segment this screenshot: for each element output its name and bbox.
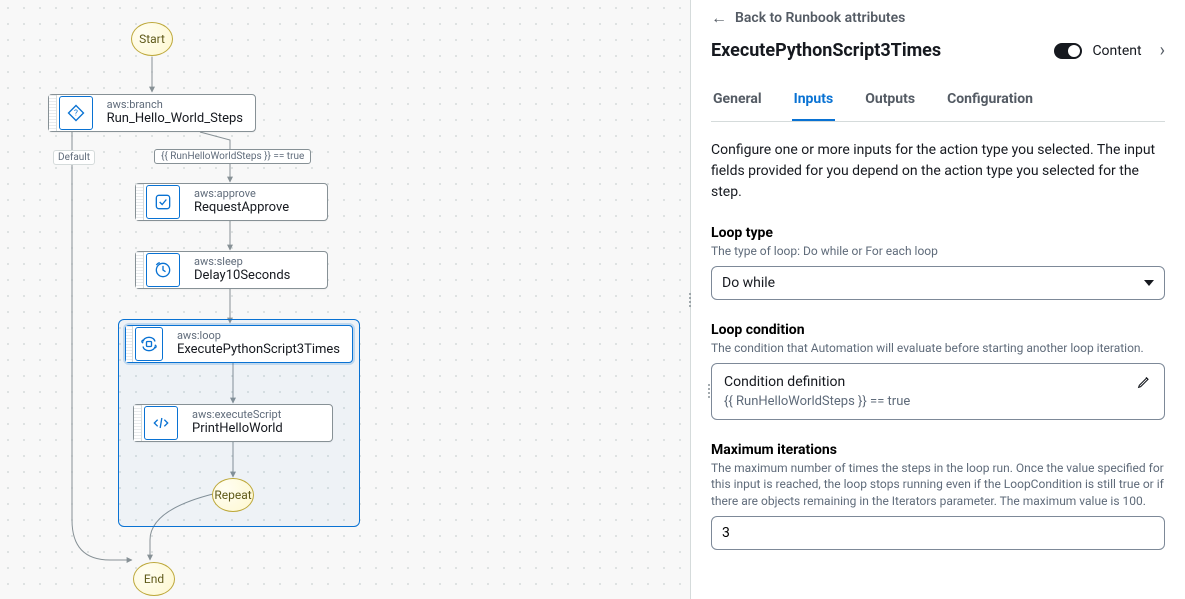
repeat-node[interactable]: Repeat bbox=[212, 478, 254, 512]
max-iterations-label: Maximum iterations bbox=[711, 442, 1165, 458]
loop-type-select[interactable]: Do while bbox=[711, 266, 1165, 300]
back-link[interactable]: ← Back to Runbook attributes bbox=[711, 8, 1165, 28]
step-name: PrintHelloWorld bbox=[192, 422, 283, 437]
content-toggle[interactable] bbox=[1054, 43, 1082, 59]
back-link-label: Back to Runbook attributes bbox=[735, 10, 905, 26]
loop-type-value: Do while bbox=[722, 275, 775, 291]
step-name: RequestApprove bbox=[194, 201, 289, 216]
loop-condition-label: Loop condition bbox=[711, 322, 1165, 338]
drag-handle-icon bbox=[136, 184, 144, 220]
step-type: aws:approve bbox=[194, 188, 289, 201]
chevron-right-icon[interactable]: › bbox=[1152, 40, 1165, 61]
tab-outputs[interactable]: Outputs bbox=[863, 79, 917, 121]
condition-title: Condition definition bbox=[724, 374, 910, 390]
approve-icon bbox=[146, 185, 180, 219]
inputs-help-text: Configure one or more inputs for the act… bbox=[711, 140, 1165, 203]
end-label: End bbox=[144, 572, 164, 586]
tab-inputs[interactable]: Inputs bbox=[792, 79, 836, 121]
max-iterations-input[interactable] bbox=[722, 525, 1154, 541]
workflow-canvas[interactable]: Start ? aws:branch Run_Hello_World_Steps… bbox=[0, 0, 690, 599]
caret-down-icon bbox=[1144, 280, 1154, 286]
tab-configuration[interactable]: Configuration bbox=[945, 79, 1035, 121]
svg-text:?: ? bbox=[74, 109, 78, 119]
start-label: Start bbox=[139, 32, 165, 46]
step-type: aws:sleep bbox=[194, 256, 290, 269]
content-label: Content bbox=[1092, 43, 1141, 59]
loop-condition-desc: The condition that Automation will evalu… bbox=[711, 340, 1165, 357]
script-step[interactable]: aws:executeScript PrintHelloWorld bbox=[133, 404, 333, 442]
drag-handle-icon bbox=[134, 405, 142, 441]
loop-icon bbox=[135, 327, 163, 361]
approve-step[interactable]: aws:approve RequestApprove bbox=[135, 183, 328, 221]
step-name: Run_Hello_World_Steps bbox=[107, 112, 243, 127]
sleep-icon bbox=[146, 253, 180, 287]
panel-title: ExecutePythonScript3Times bbox=[711, 40, 941, 61]
condition-box[interactable]: Condition definition {{ RunHelloWorldSte… bbox=[711, 363, 1165, 420]
branch-condition-label: {{ RunHelloWorldSteps }} == true bbox=[154, 149, 311, 164]
branch-step[interactable]: ? aws:branch Run_Hello_World_Steps bbox=[48, 94, 256, 132]
loop-type-label: Loop type bbox=[711, 225, 1165, 241]
drag-handle-icon bbox=[708, 384, 710, 398]
step-name: ExecutePythonScript3Times bbox=[177, 343, 340, 358]
condition-expression: {{ RunHelloWorldSteps }} == true bbox=[724, 394, 910, 409]
resize-handle[interactable] bbox=[685, 287, 695, 313]
sleep-step[interactable]: aws:sleep Delay10Seconds bbox=[135, 251, 328, 289]
end-node[interactable]: End bbox=[133, 562, 175, 596]
repeat-label: Repeat bbox=[214, 488, 251, 502]
default-edge-label: Default bbox=[53, 150, 95, 165]
step-type: aws:loop bbox=[177, 330, 340, 343]
step-type: aws:executeScript bbox=[192, 409, 283, 422]
step-type: aws:branch bbox=[107, 99, 243, 112]
side-panel: ← Back to Runbook attributes ExecutePyth… bbox=[690, 0, 1185, 599]
step-name: Delay10Seconds bbox=[194, 269, 290, 284]
branch-icon: ? bbox=[59, 96, 93, 130]
drag-handle-icon bbox=[126, 326, 133, 362]
tab-general[interactable]: General bbox=[711, 79, 764, 121]
start-node[interactable]: Start bbox=[131, 22, 173, 56]
edit-icon[interactable] bbox=[1136, 374, 1152, 394]
drag-handle-icon bbox=[49, 95, 57, 131]
loop-step[interactable]: aws:loop ExecutePythonScript3Times bbox=[125, 325, 353, 363]
max-iterations-desc: The maximum number of times the steps in… bbox=[711, 460, 1165, 510]
arrow-left-icon: ← bbox=[711, 8, 727, 28]
drag-handle-icon bbox=[136, 252, 144, 288]
code-icon bbox=[144, 406, 178, 440]
loop-type-desc: The type of loop: Do while or For each l… bbox=[711, 243, 1165, 260]
